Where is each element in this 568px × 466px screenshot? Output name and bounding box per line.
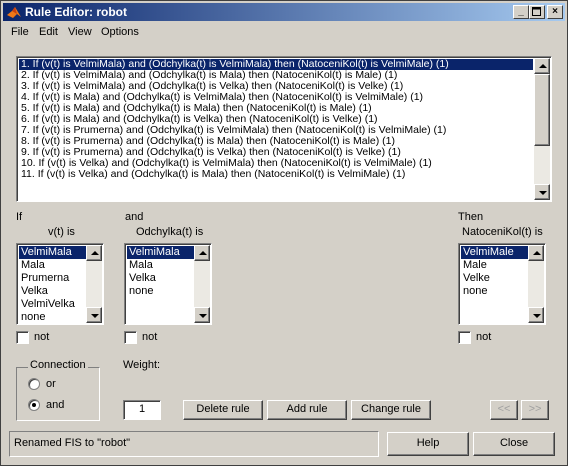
delete-rule-button[interactable]: Delete rule (183, 400, 263, 420)
input2-listbox[interactable]: VelmiMala Mala Velka none (124, 243, 212, 325)
list-item[interactable]: none (19, 311, 87, 324)
then-label: Then (458, 211, 484, 223)
input2-scrollbar[interactable] (194, 245, 210, 323)
scroll-down-button[interactable] (194, 307, 210, 323)
matlab-icon (7, 7, 21, 18)
menu-edit[interactable]: Edit (39, 26, 58, 38)
change-rule-button[interactable]: Change rule (351, 400, 431, 420)
arrow-down-icon (539, 191, 547, 195)
weight-input[interactable]: 1 (123, 400, 161, 420)
arrow-down-icon (199, 314, 207, 318)
arrow-up-icon (533, 251, 541, 255)
scroll-down-button[interactable] (534, 184, 550, 200)
scroll-up-button[interactable] (86, 245, 102, 261)
arrow-down-icon (91, 314, 99, 318)
input1-items: VelmiMala Mala Prumerna Velka VelmiVelka… (19, 246, 87, 324)
delete-rule-label: Delete rule (196, 403, 250, 415)
next-label: >> (528, 403, 542, 415)
scroll-up-button[interactable] (534, 58, 550, 74)
list-item[interactable]: VelmiMala (127, 246, 195, 259)
output-label: NatoceniKol(t) is (462, 226, 543, 238)
rule-item[interactable]: 11. If (v(t) is Velka) and (Odchylka(t) … (19, 169, 533, 180)
arrow-up-icon (199, 251, 207, 255)
maximize-icon (532, 7, 541, 16)
rule-list[interactable]: 1. If (v(t) is VelmiMala) and (Odchylka(… (16, 56, 552, 202)
rule-list-items: 1. If (v(t) is VelmiMala) and (Odchylka(… (19, 59, 533, 199)
menu-view[interactable]: View (68, 26, 92, 38)
rule-editor-window: Rule Editor: robot _ × File Edit View Op… (0, 0, 568, 466)
close-window-button[interactable]: × (547, 5, 563, 19)
list-item[interactable]: Velka (127, 272, 195, 285)
menu-options[interactable]: Options (101, 26, 139, 38)
list-item[interactable]: VelmiVelka (19, 298, 87, 311)
connection-group (16, 367, 100, 421)
list-item[interactable]: Velke (461, 272, 529, 285)
scroll-up-button[interactable] (194, 245, 210, 261)
scroll-down-button[interactable] (528, 307, 544, 323)
arrow-up-icon (539, 64, 547, 68)
help-label: Help (416, 437, 440, 449)
rule-list-scrollbar[interactable] (534, 58, 550, 200)
minimize-button[interactable]: _ (513, 5, 529, 19)
list-item[interactable]: Mala (19, 259, 87, 272)
list-item[interactable]: none (461, 285, 529, 298)
window-title: Rule Editor: robot (25, 5, 127, 19)
close-button[interactable]: Close (473, 432, 555, 456)
weight-label: Weight: (123, 359, 161, 371)
previous-label: << (497, 403, 511, 415)
input2-not-label: not (142, 331, 158, 343)
and-radio[interactable] (28, 399, 40, 411)
list-item[interactable]: VelmiMale (461, 246, 529, 259)
arrow-up-icon (91, 251, 99, 255)
close-label: Close (499, 437, 529, 449)
menu-bar: File Edit View Options (3, 23, 565, 41)
or-label: or (46, 378, 56, 390)
scroll-up-button[interactable] (528, 245, 544, 261)
list-item[interactable]: Velka (19, 285, 87, 298)
change-rule-label: Change rule (361, 403, 421, 415)
title-bar: Rule Editor: robot _ × (3, 3, 565, 21)
close-icon: × (552, 6, 558, 17)
input1-not-checkbox[interactable] (16, 331, 29, 344)
minimize-icon: _ (518, 6, 524, 17)
add-rule-button[interactable]: Add rule (267, 400, 347, 420)
menu-file[interactable]: File (11, 26, 29, 38)
scroll-thumb[interactable] (534, 74, 550, 146)
output-not-checkbox[interactable] (458, 331, 471, 344)
if-label: If (16, 211, 23, 223)
list-item[interactable]: none (127, 285, 195, 298)
input1-listbox[interactable]: VelmiMala Mala Prumerna Velka VelmiVelka… (16, 243, 104, 325)
next-button[interactable]: >> (521, 400, 549, 420)
status-bar: Renamed FIS to "robot" (9, 431, 379, 457)
list-item[interactable]: VelmiMala (19, 246, 87, 259)
scroll-down-button[interactable] (86, 307, 102, 323)
list-item[interactable]: Male (461, 259, 529, 272)
input1-not-label: not (34, 331, 50, 343)
input2-label: Odchylka(t) is (136, 226, 204, 238)
previous-button[interactable]: << (490, 400, 518, 420)
input1-scrollbar[interactable] (86, 245, 102, 323)
output-scrollbar[interactable] (528, 245, 544, 323)
output-listbox[interactable]: VelmiMale Male Velke none (458, 243, 546, 325)
or-radio[interactable] (28, 378, 40, 390)
help-button[interactable]: Help (387, 432, 469, 456)
input1-label: v(t) is (48, 226, 75, 238)
radio-selected-dot (32, 403, 36, 407)
connection-label: Connection (28, 359, 88, 371)
list-item[interactable]: Mala (127, 259, 195, 272)
output-items: VelmiMale Male Velke none (461, 246, 529, 324)
output-not-label: not (476, 331, 492, 343)
status-text: Renamed FIS to "robot" (14, 437, 131, 449)
list-item[interactable]: Prumerna (19, 272, 87, 285)
and-option-label: and (46, 399, 65, 411)
and-label: and (125, 211, 144, 223)
add-rule-label: Add rule (286, 403, 328, 415)
arrow-down-icon (533, 314, 541, 318)
input2-items: VelmiMala Mala Velka none (127, 246, 195, 324)
maximize-button[interactable] (529, 5, 545, 19)
input2-not-checkbox[interactable] (124, 331, 137, 344)
